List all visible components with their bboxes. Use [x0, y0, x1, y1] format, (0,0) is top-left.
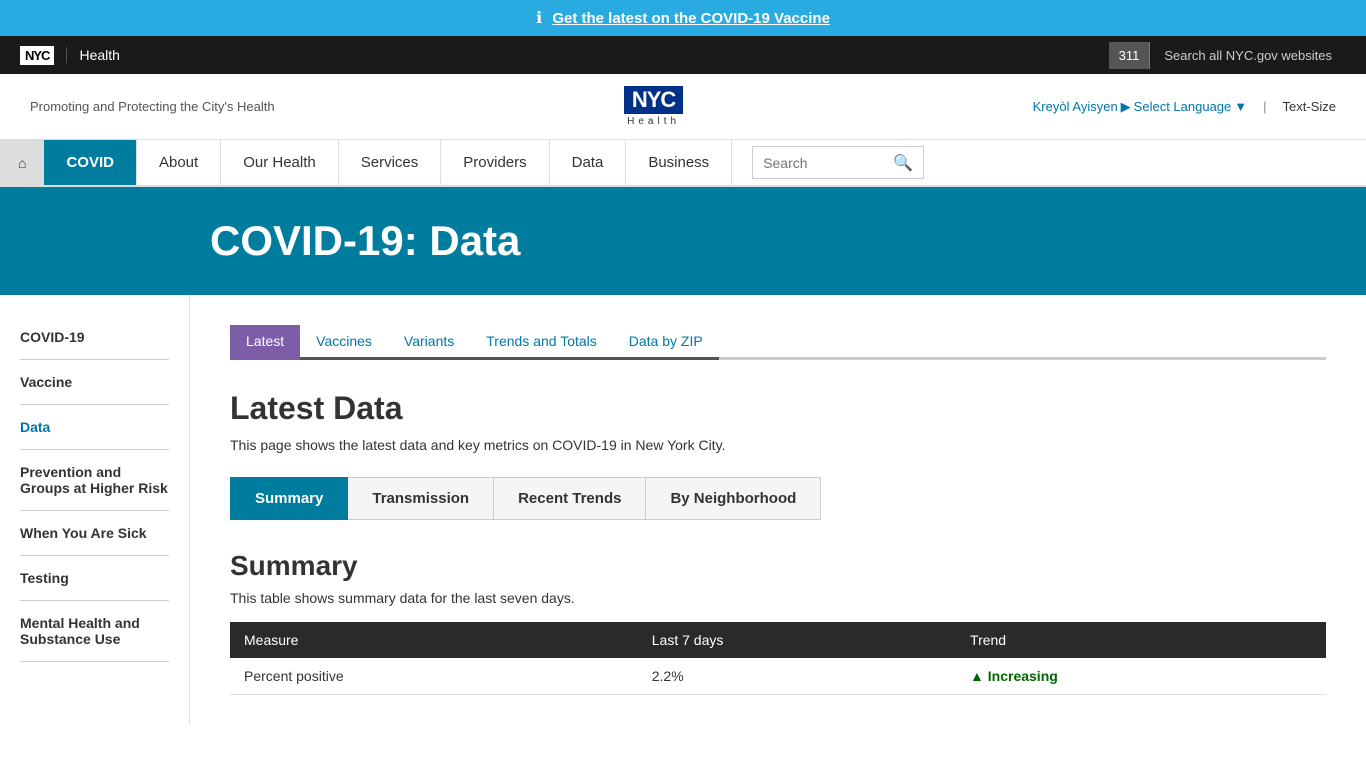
- nyc-health-logo: NYC Health: [624, 86, 683, 127]
- language-label: Kreyòl Ayisyen: [1033, 99, 1118, 114]
- select-language-label[interactable]: Select Language: [1134, 99, 1232, 114]
- language-selector[interactable]: Kreyòl Ayisyen ▶ Select Language ▼: [1033, 99, 1248, 115]
- main-content: COVID-19 Vaccine Data Prevention and Gro…: [0, 295, 1366, 725]
- summary-heading: Summary: [230, 550, 1326, 582]
- sidebar-item-covid19[interactable]: COVID-19: [20, 315, 169, 360]
- top-bar-left: NYC Health: [20, 46, 120, 65]
- nav-item-covid[interactable]: COVID: [44, 140, 137, 185]
- nav-item-our-health[interactable]: Our Health: [221, 140, 339, 185]
- trend-cell: ▲ Increasing: [956, 658, 1326, 695]
- table-header-measure: Measure: [230, 622, 638, 658]
- tab-latest[interactable]: Latest: [230, 325, 300, 360]
- summary-table: Measure Last 7 days Trend Percent positi…: [230, 622, 1326, 695]
- sidebar-link-data[interactable]: Data: [20, 419, 50, 435]
- nav-search-box[interactable]: 🔍: [752, 146, 924, 179]
- tab-data-by-zip[interactable]: Data by ZIP: [613, 325, 719, 360]
- header-right: Kreyòl Ayisyen ▶ Select Language ▼ | Tex…: [1033, 99, 1336, 115]
- nav-home-button[interactable]: ⌂: [0, 140, 44, 185]
- info-icon: ℹ: [536, 8, 542, 28]
- nav-item-services[interactable]: Services: [339, 140, 442, 185]
- site-tagline: Promoting and Protecting the City's Heal…: [30, 99, 275, 114]
- main-nav: ⌂ COVID About Our Health Services Provid…: [0, 140, 1366, 187]
- measure-cell: Percent positive: [230, 658, 638, 695]
- health-logo-sub: Health: [627, 116, 680, 127]
- site-header: Promoting and Protecting the City's Heal…: [0, 74, 1366, 140]
- tab-variants[interactable]: Variants: [388, 325, 470, 360]
- last7-cell: 2.2%: [638, 658, 956, 695]
- sidebar-link-when-sick[interactable]: When You Are Sick: [20, 525, 147, 541]
- search-all-label[interactable]: Search all NYC.gov websites: [1150, 42, 1346, 69]
- sidebar-item-testing[interactable]: Testing: [20, 556, 169, 601]
- search-input[interactable]: [763, 155, 893, 171]
- nav-item-about[interactable]: About: [137, 140, 221, 185]
- table-row: Percent positive 2.2% ▲ Increasing: [230, 658, 1326, 695]
- sidebar-item-vaccine[interactable]: Vaccine: [20, 360, 169, 405]
- sidebar-link-covid19[interactable]: COVID-19: [20, 329, 85, 345]
- sidebar-link-mental-health[interactable]: Mental Health and Substance Use: [20, 615, 140, 647]
- subtab-by-neighborhood[interactable]: By Neighborhood: [646, 477, 821, 520]
- data-tabs: Latest Vaccines Variants Trends and Tota…: [230, 325, 1326, 360]
- subtab-summary[interactable]: Summary: [230, 477, 348, 520]
- sidebar-item-mental-health[interactable]: Mental Health and Substance Use: [20, 601, 169, 662]
- table-header-trend: Trend: [956, 622, 1326, 658]
- sidebar-link-vaccine[interactable]: Vaccine: [20, 374, 72, 390]
- tab-trends-totals[interactable]: Trends and Totals: [470, 325, 613, 360]
- table-header-last7: Last 7 days: [638, 622, 956, 658]
- subtab-transmission[interactable]: Transmission: [348, 477, 494, 520]
- sub-tabs: Summary Transmission Recent Trends By Ne…: [230, 477, 1326, 520]
- dropdown-icon: ▼: [1234, 99, 1247, 114]
- sidebar-link-testing[interactable]: Testing: [20, 570, 69, 586]
- latest-data-heading: Latest Data: [230, 390, 1326, 427]
- divider: |: [1263, 99, 1266, 114]
- home-icon: ⌂: [18, 155, 26, 171]
- text-size-control[interactable]: Text-Size: [1283, 99, 1336, 114]
- search-icon[interactable]: 🔍: [893, 153, 913, 173]
- tab-vaccines[interactable]: Vaccines: [300, 325, 388, 360]
- subtab-recent-trends[interactable]: Recent Trends: [494, 477, 646, 520]
- nyc-logo-blue: NYC: [624, 86, 683, 114]
- top-bar-right: 311 Search all NYC.gov websites: [1109, 42, 1346, 69]
- department-label: Health: [66, 47, 119, 63]
- alert-banner: ℹ Get the latest on the COVID-19 Vaccine: [0, 0, 1366, 36]
- phone-311[interactable]: 311: [1109, 42, 1151, 69]
- content-area: Latest Vaccines Variants Trends and Tota…: [190, 295, 1366, 725]
- nav-item-business[interactable]: Business: [626, 140, 732, 185]
- sidebar-item-when-sick[interactable]: When You Are Sick: [20, 511, 169, 556]
- summary-desc: This table shows summary data for the la…: [230, 590, 1326, 606]
- sidebar: COVID-19 Vaccine Data Prevention and Gro…: [0, 295, 190, 725]
- nyc-logo: NYC: [20, 46, 54, 65]
- latest-data-desc: This page shows the latest data and key …: [230, 437, 1326, 453]
- sidebar-item-data[interactable]: Data: [20, 405, 169, 450]
- top-bar: NYC Health 311 Search all NYC.gov websit…: [0, 36, 1366, 74]
- nav-item-providers[interactable]: Providers: [441, 140, 549, 185]
- page-title: COVID-19: Data: [210, 217, 1336, 265]
- page-hero: COVID-19: Data: [0, 187, 1366, 295]
- nav-item-data[interactable]: Data: [550, 140, 627, 185]
- sidebar-link-prevention[interactable]: Prevention and Groups at Higher Risk: [20, 464, 168, 496]
- alert-link[interactable]: Get the latest on the COVID-19 Vaccine: [552, 10, 830, 27]
- chevron-right-icon: ▶: [1121, 99, 1131, 115]
- sidebar-item-prevention[interactable]: Prevention and Groups at Higher Risk: [20, 450, 169, 511]
